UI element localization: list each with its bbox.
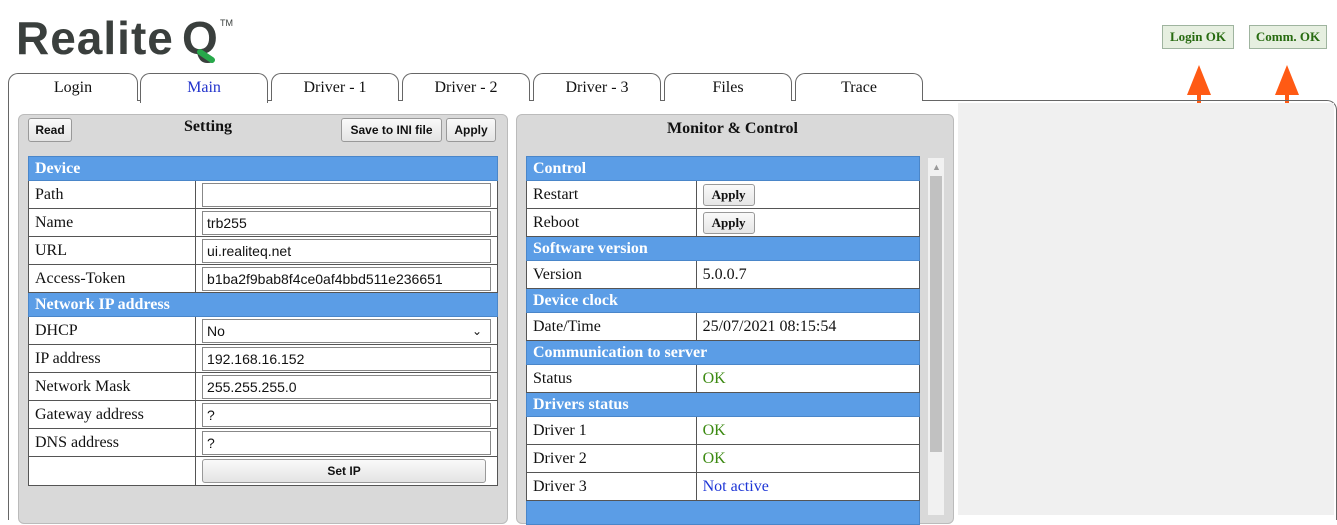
realiteq-logo: Realite Q TM	[16, 12, 233, 64]
comm-status-button[interactable]: Comm. OK	[1249, 25, 1327, 49]
table-row: Network Mask 255.255.255.0	[27, 372, 498, 401]
empty-right-area	[958, 103, 1334, 515]
table-row: Reboot Apply	[526, 208, 921, 237]
section-header: Device	[28, 156, 498, 181]
monitor-scrollbar[interactable]: ▲	[928, 158, 944, 515]
tab-main[interactable]: Main	[140, 73, 268, 103]
dns-input[interactable]: ?	[202, 430, 491, 455]
tab-driver-1[interactable]: Driver - 1	[271, 73, 399, 101]
row-label: Path	[27, 180, 197, 209]
tab-trace[interactable]: Trace	[795, 73, 923, 101]
driver-1-status: OK	[695, 416, 921, 445]
row-label: Date/Time	[526, 312, 697, 341]
table-row: Driver 1 OK	[526, 416, 921, 445]
server-status-value: OK	[695, 364, 921, 393]
section-header: Drivers status	[526, 392, 920, 417]
section-header: Communication to server	[526, 340, 920, 365]
login-status-button[interactable]: Login OK	[1162, 25, 1234, 49]
row-label: Network Mask	[27, 372, 197, 401]
table-row: Status OK	[526, 364, 921, 393]
setting-title: Setting	[184, 118, 232, 135]
read-button[interactable]: Read	[28, 118, 72, 142]
row-label: DHCP	[27, 316, 197, 345]
table-row: Name trb255	[27, 208, 498, 237]
table-row: IP address 192.168.16.152	[27, 344, 498, 373]
driver-2-status: OK	[695, 444, 921, 473]
table-row: Path	[27, 180, 498, 209]
reboot-apply-button[interactable]: Apply	[702, 211, 755, 234]
svg-text:Q: Q	[182, 12, 218, 64]
driver-3-status: Not active	[695, 472, 921, 501]
tab-files[interactable]: Files	[664, 73, 792, 101]
row-label: Access-Token	[27, 264, 197, 293]
save-ini-button[interactable]: Save to INI file	[341, 118, 442, 142]
row-label: DNS address	[27, 428, 197, 457]
row-label: Status	[526, 364, 697, 393]
url-input[interactable]: ui.realiteq.net	[202, 238, 491, 263]
scroll-up-icon[interactable]: ▲	[932, 162, 941, 172]
row-label: Gateway address	[27, 400, 197, 429]
svg-text:Realite: Realite	[16, 12, 174, 64]
section-header: Device clock	[526, 288, 920, 313]
row-label: Reboot	[526, 208, 697, 237]
table-row: Date/Time 25/07/2021 08:15:54	[526, 312, 921, 341]
table-row: Gateway address ?	[27, 400, 498, 429]
scrollbar-thumb[interactable]	[930, 176, 942, 452]
table-row: Driver 3 Not active	[526, 472, 921, 501]
dhcp-value: No	[207, 322, 225, 339]
table-row: URL ui.realiteq.net	[27, 236, 498, 265]
tab-driver-3[interactable]: Driver - 3	[533, 73, 661, 101]
monitor-table: Control Restart Apply Reboot Apply Softw…	[526, 156, 921, 525]
row-label: IP address	[27, 344, 197, 373]
access-token-input[interactable]: b1ba2f9bab8f4ce0af4bbd511e236651	[202, 266, 491, 291]
tab-login[interactable]: Login	[8, 73, 138, 101]
set-ip-button[interactable]: Set IP	[202, 459, 487, 483]
table-row: Version 5.0.0.7	[526, 260, 921, 289]
setting-table: Device Path Name trb255 URL ui.realiteq.…	[27, 156, 498, 486]
row-label: Driver 2	[526, 444, 697, 473]
network-mask-input[interactable]: 255.255.255.0	[202, 374, 491, 399]
section-header: Control	[526, 156, 920, 181]
chevron-down-icon: ⌄	[471, 323, 482, 338]
table-row: Restart Apply	[526, 180, 921, 209]
row-label: Driver 3	[526, 472, 697, 501]
trademark-mark: TM	[220, 18, 233, 28]
path-input[interactable]	[202, 182, 491, 207]
table-row: DHCP No ⌄	[27, 316, 498, 345]
table-row: Access-Token b1ba2f9bab8f4ce0af4bbd511e2…	[27, 264, 498, 293]
section-header: Software version	[526, 236, 920, 261]
version-value: 5.0.0.7	[695, 260, 921, 289]
table-row: Set IP	[27, 456, 498, 486]
section-header: Network IP address	[28, 292, 498, 317]
table-row: Driver 2 OK	[526, 444, 921, 473]
monitor-title: Monitor & Control	[667, 120, 798, 137]
gateway-input[interactable]: ?	[202, 402, 491, 427]
table-row: DNS address ?	[27, 428, 498, 457]
row-label: Name	[27, 208, 197, 237]
row-label: URL	[27, 236, 197, 265]
ip-address-input[interactable]: 192.168.16.152	[202, 346, 491, 371]
name-input[interactable]: trb255	[202, 210, 491, 235]
row-label: Restart	[526, 180, 697, 209]
datetime-value: 25/07/2021 08:15:54	[695, 312, 921, 341]
restart-apply-button[interactable]: Apply	[702, 183, 755, 206]
dhcp-select[interactable]: No ⌄	[202, 318, 491, 343]
apply-button[interactable]: Apply	[446, 118, 496, 142]
row-label: Version	[526, 260, 697, 289]
tab-driver-2[interactable]: Driver - 2	[402, 73, 530, 101]
row-label: Driver 1	[526, 416, 697, 445]
